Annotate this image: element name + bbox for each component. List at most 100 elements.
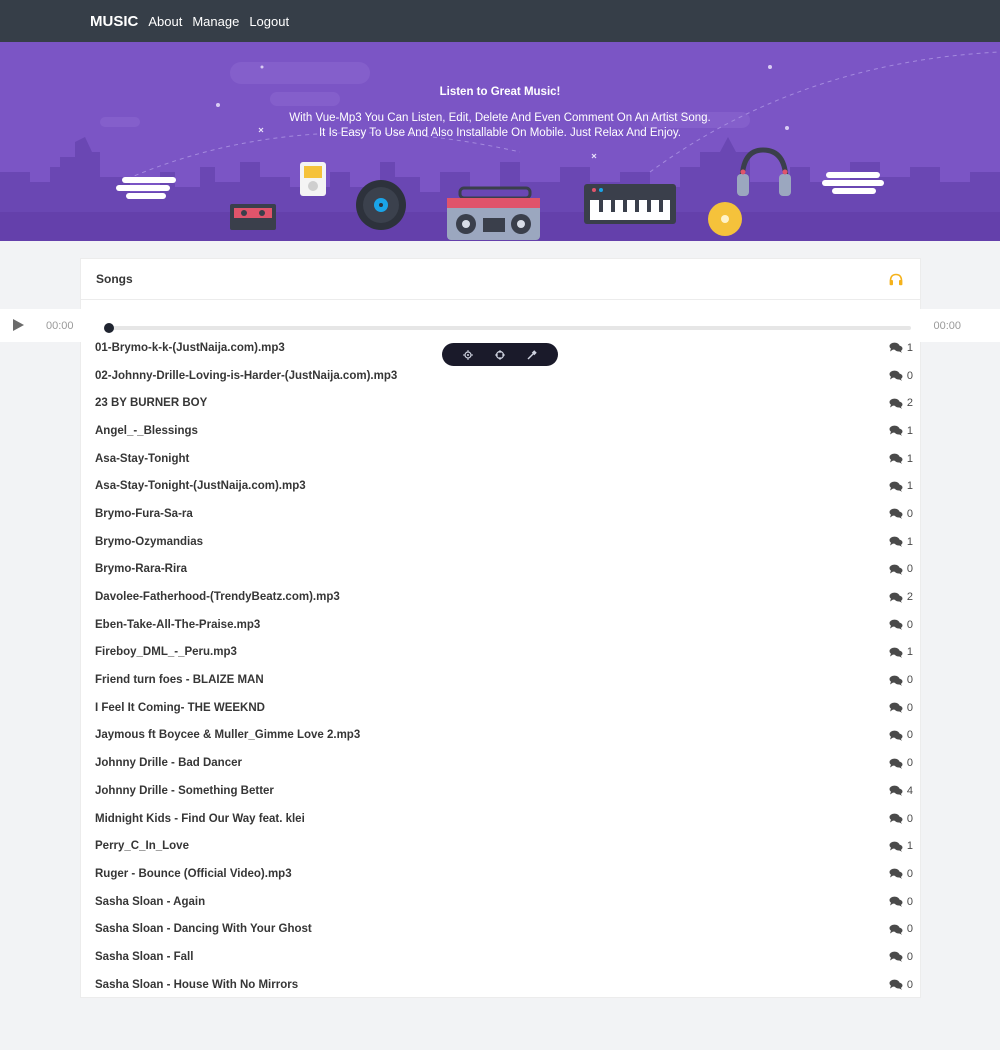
hero-illustration xyxy=(0,51,1000,241)
song-row[interactable]: Friend turn foes - BLAIZE MAN 0 xyxy=(80,666,921,694)
song-row[interactable]: 23 BY BURNER BOY 2 xyxy=(80,389,921,417)
nav-link-logout[interactable]: Logout xyxy=(249,14,289,29)
comments-icon xyxy=(889,398,903,409)
comment-count-value: 0 xyxy=(906,674,913,687)
song-row[interactable]: Sasha Sloan - Again 0 xyxy=(80,888,921,916)
song-title-link[interactable]: Johnny Drille - Bad Dancer xyxy=(95,757,242,769)
comments-icon xyxy=(889,785,903,797)
song-title-link[interactable]: Asa-Stay-Tonight-(JustNaija.com).mp3 xyxy=(95,480,306,492)
comments-icon xyxy=(889,647,903,658)
comment-count-value: 2 xyxy=(906,591,913,604)
song-row[interactable]: Angel_-_Blessings 1 xyxy=(80,417,921,445)
song-title-link[interactable]: Midnight Kids - Find Our Way feat. klei xyxy=(95,813,305,825)
song-row[interactable]: Midnight Kids - Find Our Way feat. klei 0 xyxy=(80,805,921,833)
song-title-link[interactable]: Sasha Sloan - Fall xyxy=(95,951,193,963)
song-title-link[interactable]: Perry_C_In_Love xyxy=(95,840,189,852)
headphones-icon[interactable] xyxy=(887,270,905,288)
song-title-link[interactable]: I Feel It Coming- THE WEEKND xyxy=(95,702,265,714)
song-title-link[interactable]: Johnny Drille - Something Better xyxy=(95,785,274,797)
song-title-link[interactable]: Brymo-Rara-Rira xyxy=(95,563,187,575)
song-row[interactable]: I Feel It Coming- THE WEEKND 0 xyxy=(80,694,921,722)
comment-count-value: 0 xyxy=(906,757,913,770)
songs-card-header: Songs xyxy=(81,259,920,300)
comment-count-value: 1 xyxy=(906,424,913,437)
comments-icon xyxy=(889,619,903,631)
hero-banner: Listen to Great Music! With Vue-Mp3 You … xyxy=(0,42,1000,241)
comment-count: 0 xyxy=(889,896,913,908)
comments-icon xyxy=(889,758,903,769)
comment-count-value: 0 xyxy=(906,867,913,880)
hero-subtitle-line1: With Vue-Mp3 You Can Listen, Edit, Delet… xyxy=(289,112,711,124)
comment-count: 0 xyxy=(889,868,913,880)
song-row[interactable]: Brymo-Ozymandias 1 xyxy=(80,528,921,556)
comments-icon xyxy=(889,536,903,547)
song-row[interactable]: Johnny Drille - Something Better 4 xyxy=(80,777,921,805)
comment-count: 0 xyxy=(889,757,913,769)
progress-handle[interactable] xyxy=(104,323,114,333)
song-title-link[interactable]: Ruger - Bounce (Official Video).mp3 xyxy=(95,868,292,880)
song-title-link[interactable]: Jaymous ft Boycee & Muller_Gimme Love 2.… xyxy=(95,729,360,741)
song-row[interactable]: Sasha Sloan - Fall 0 xyxy=(80,943,921,971)
song-row[interactable]: Brymo-Rara-Rira 0 xyxy=(80,556,921,584)
song-title-link[interactable]: Asa-Stay-Tonight xyxy=(95,453,189,465)
nav-link-manage[interactable]: Manage xyxy=(192,14,239,29)
comment-count: 4 xyxy=(889,785,913,797)
song-title-link[interactable]: Brymo-Ozymandias xyxy=(95,536,203,548)
progress-slider[interactable] xyxy=(104,323,911,333)
song-title-link[interactable]: Fireboy_DML_-_Peru.mp3 xyxy=(95,646,237,658)
song-title-link[interactable]: Friend turn foes - BLAIZE MAN xyxy=(95,674,264,686)
comment-count-value: 0 xyxy=(906,950,913,963)
comments-icon xyxy=(889,896,903,907)
song-title-link[interactable]: Angel_-_Blessings xyxy=(95,425,198,437)
comment-count: 2 xyxy=(889,397,913,409)
comments-icon xyxy=(889,813,903,824)
songs-card-title: Songs xyxy=(96,272,133,286)
song-title-link[interactable]: 02-Johnny-Drille-Loving-is-Harder-(JustN… xyxy=(95,370,397,382)
comment-count: 0 xyxy=(889,702,913,714)
hero-subtitle: With Vue-Mp3 You Can Listen, Edit, Delet… xyxy=(0,111,1000,141)
song-title-link[interactable]: Sasha Sloan - Dancing With Your Ghost xyxy=(95,923,312,935)
comment-count-value: 1 xyxy=(906,341,913,354)
settings-icon[interactable] xyxy=(461,348,475,362)
comments-icon xyxy=(889,370,903,381)
song-title-link[interactable]: Eben-Take-All-The-Praise.mp3 xyxy=(95,619,260,631)
comment-count: 1 xyxy=(889,646,913,658)
song-title-link[interactable]: Sasha Sloan - House With No Mirrors xyxy=(95,979,298,991)
comments-icon xyxy=(889,453,903,464)
song-title-link[interactable]: Sasha Sloan - Again xyxy=(95,896,205,908)
comment-count: 0 xyxy=(889,674,913,686)
song-row[interactable]: Ruger - Bounce (Official Video).mp3 0 xyxy=(80,860,921,888)
song-row[interactable]: Sasha Sloan - Dancing With Your Ghost 0 xyxy=(80,915,921,943)
song-row[interactable]: Asa-Stay-Tonight 1 xyxy=(80,445,921,473)
song-title-link[interactable]: 01-Brymo-k-k-(JustNaija.com).mp3 xyxy=(95,342,285,354)
song-title-link[interactable]: Brymo-Fura-Sa-ra xyxy=(95,508,193,520)
song-row[interactable]: Perry_C_In_Love 1 xyxy=(80,832,921,860)
song-row[interactable]: Brymo-Fura-Sa-ra 0 xyxy=(80,500,921,528)
gold-disc-illustration xyxy=(708,202,742,236)
song-row[interactable]: Johnny Drille - Bad Dancer 0 xyxy=(80,749,921,777)
song-title-link[interactable]: 23 BY BURNER BOY xyxy=(95,397,207,409)
brand-logo[interactable]: MUSIC xyxy=(90,13,138,30)
comment-count: 1 xyxy=(889,342,913,354)
song-title-link[interactable]: Davolee-Fatherhood-(TrendyBeatz.com).mp3 xyxy=(95,591,340,603)
song-row[interactable]: Fireboy_DML_-_Peru.mp3 1 xyxy=(80,639,921,667)
comment-count: 0 xyxy=(889,619,913,631)
top-navbar: MUSIC About Manage Logout xyxy=(0,0,1000,42)
song-row[interactable]: Asa-Stay-Tonight-(JustNaija.com).mp3 1 xyxy=(80,472,921,500)
song-row[interactable]: Davolee-Fatherhood-(TrendyBeatz.com).mp3… xyxy=(80,583,921,611)
comment-count: 0 xyxy=(889,979,913,991)
nav-link-about[interactable]: About xyxy=(148,14,182,29)
eyedropper-icon[interactable] xyxy=(525,348,539,362)
comment-count: 0 xyxy=(889,951,913,963)
song-row[interactable]: Eben-Take-All-The-Praise.mp3 0 xyxy=(80,611,921,639)
comment-count: 1 xyxy=(889,536,913,548)
mp3-player-illustration xyxy=(300,162,326,196)
play-icon[interactable] xyxy=(13,319,24,331)
song-row[interactable]: Jaymous ft Boycee & Muller_Gimme Love 2.… xyxy=(80,722,921,750)
song-row[interactable]: Sasha Sloan - House With No Mirrors 0 xyxy=(80,971,921,999)
comment-count: 1 xyxy=(889,480,913,492)
comment-count-value: 2 xyxy=(906,397,913,410)
crosshair-icon[interactable] xyxy=(493,348,507,362)
comment-count-value: 1 xyxy=(906,452,913,465)
comment-count-value: 0 xyxy=(906,369,913,382)
